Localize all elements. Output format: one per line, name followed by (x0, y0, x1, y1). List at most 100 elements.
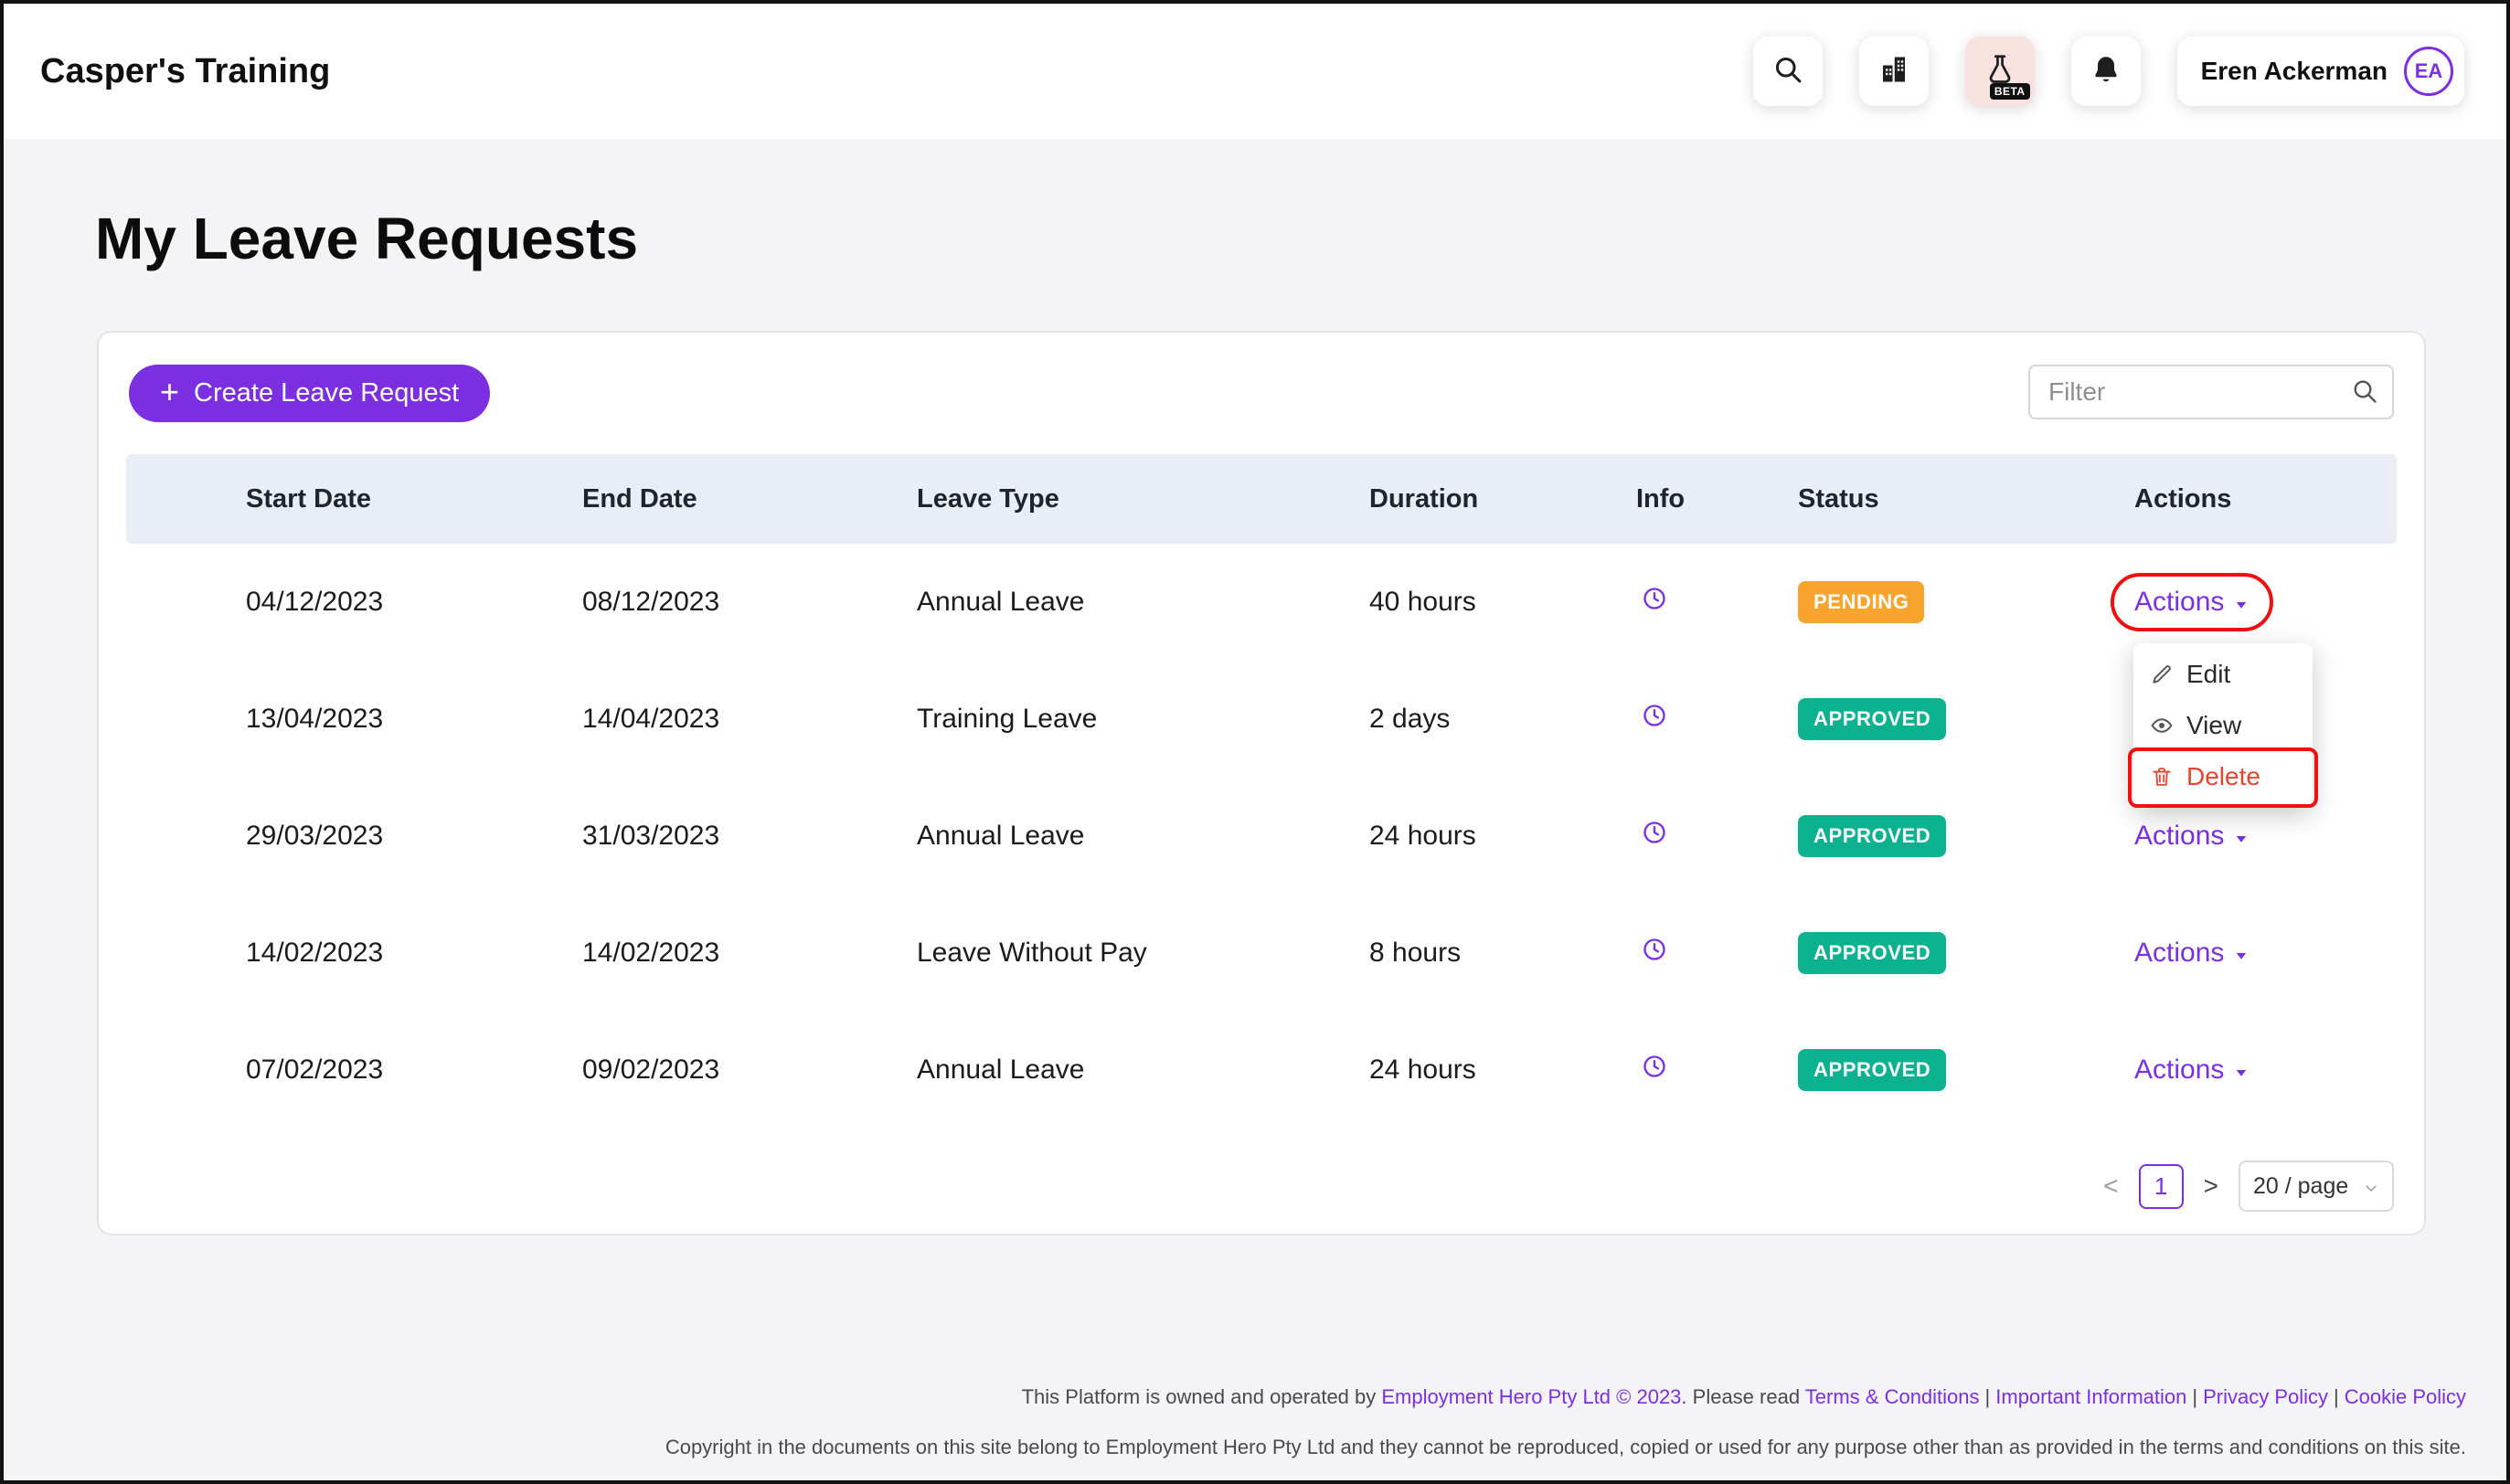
cell-status: PENDING (1798, 581, 2134, 623)
cell-leave-type: Leave Without Pay (917, 938, 1369, 969)
col-end-date: End Date (582, 484, 917, 514)
actions-menu: Edit View Delete (2133, 643, 2313, 808)
notifications-button[interactable] (2071, 37, 2141, 106)
footer-link-company[interactable]: Employment Hero Pty Ltd © 2023 (1381, 1385, 1681, 1408)
actions-label: Actions (2134, 821, 2224, 852)
pagination: < 1 > 20 / page (2103, 1161, 2394, 1212)
col-duration: Duration (1369, 484, 1636, 514)
menu-item-label: Delete (2186, 762, 2260, 791)
header-actions: BETA Eren Ackerman EA (1753, 37, 2464, 106)
cell-leave-type: Annual Leave (917, 587, 1369, 618)
plus-icon: + (160, 376, 179, 408)
actions-dropdown-trigger[interactable]: Actions (2134, 1055, 2249, 1086)
cell-status: APPROVED (1798, 932, 2134, 974)
menu-item-edit[interactable]: Edit (2133, 649, 2313, 700)
status-badge: APPROVED (1798, 1049, 1946, 1091)
status-badge: APPROVED (1798, 815, 1946, 857)
footer-text: . Please read (1681, 1385, 1804, 1408)
page-title: My Leave Requests (95, 205, 638, 272)
cell-info (1636, 703, 1798, 736)
status-badge: APPROVED (1798, 932, 1946, 974)
footer-line2: Copyright in the documents on this site … (665, 1436, 2466, 1459)
pagination-prev-button[interactable]: < (2103, 1171, 2118, 1201)
cell-start-date: 29/03/2023 (246, 821, 582, 852)
actions-label: Actions (2134, 1055, 2224, 1086)
cell-actions: Actions (2134, 1055, 2397, 1086)
avatar: EA (2404, 47, 2453, 96)
pagination-page-1[interactable]: 1 (2139, 1164, 2184, 1209)
footer-link-cookie[interactable]: Cookie Policy (2345, 1385, 2466, 1408)
leave-requests-table: Start Date End Date Leave Type Duration … (126, 454, 2397, 1129)
app-title: Casper's Training (40, 52, 330, 91)
search-icon (1771, 53, 1804, 90)
cell-duration: 8 hours (1369, 938, 1636, 969)
menu-item-delete[interactable]: Delete (2133, 751, 2313, 802)
clock-icon[interactable] (1642, 703, 1667, 728)
cell-end-date: 09/02/2023 (582, 1055, 917, 1086)
cell-actions: Actions (2134, 938, 2397, 969)
table-header-row: Start Date End Date Leave Type Duration … (126, 454, 2397, 544)
footer-separator: | (2334, 1385, 2339, 1408)
cell-actions: Actions (2134, 587, 2397, 618)
filter-field (2028, 365, 2394, 419)
cell-end-date: 14/04/2023 (582, 704, 917, 735)
search-button[interactable] (1753, 37, 1823, 106)
filter-input[interactable] (2028, 365, 2394, 419)
col-start-date: Start Date (246, 484, 582, 514)
cell-status: APPROVED (1798, 1049, 2134, 1091)
leave-requests-card: + Create Leave Request Start Date End Da… (97, 331, 2426, 1235)
clock-icon[interactable] (1642, 820, 1667, 845)
footer: This Platform is owned and operated by E… (665, 1385, 2466, 1459)
footer-separator: | (1985, 1385, 1991, 1408)
cell-leave-type: Annual Leave (917, 1055, 1369, 1086)
cell-end-date: 31/03/2023 (582, 821, 917, 852)
table-row: 04/12/2023 08/12/2023 Annual Leave 40 ho… (126, 544, 2397, 661)
cell-status: APPROVED (1798, 815, 2134, 857)
cell-duration: 24 hours (1369, 1055, 1636, 1086)
create-leave-request-label: Create Leave Request (194, 378, 459, 408)
actions-dropdown-trigger[interactable]: Actions (2134, 938, 2249, 969)
chevron-down-icon (2233, 1065, 2249, 1081)
page-size-select[interactable]: 20 / page (2239, 1161, 2394, 1212)
actions-label: Actions (2134, 938, 2224, 969)
table-row: 29/03/2023 31/03/2023 Annual Leave 24 ho… (126, 778, 2397, 895)
cell-start-date: 14/02/2023 (246, 938, 582, 969)
col-info: Info (1636, 484, 1798, 514)
bell-icon (2090, 53, 2122, 90)
cell-start-date: 04/12/2023 (246, 587, 582, 618)
page-size-value: 20 / page (2253, 1173, 2348, 1200)
footer-link-privacy[interactable]: Privacy Policy (2203, 1385, 2328, 1408)
actions-label: Actions (2134, 587, 2224, 618)
cell-status: APPROVED (1798, 698, 2134, 740)
clock-icon[interactable] (1642, 937, 1667, 962)
cell-info (1636, 937, 1798, 970)
pencil-icon (2150, 662, 2174, 686)
cell-leave-type: Annual Leave (917, 821, 1369, 852)
cell-start-date: 07/02/2023 (246, 1055, 582, 1086)
pagination-next-button[interactable]: > (2204, 1171, 2218, 1201)
footer-link-important-info[interactable]: Important Information (1995, 1385, 2186, 1408)
footer-link-terms[interactable]: Terms & Conditions (1805, 1385, 1980, 1408)
chevron-down-icon (2233, 948, 2249, 964)
table-row: 14/02/2023 14/02/2023 Leave Without Pay … (126, 895, 2397, 1012)
create-leave-request-button[interactable]: + Create Leave Request (129, 365, 490, 422)
col-actions: Actions (2134, 484, 2397, 514)
actions-dropdown-trigger[interactable]: Actions (2134, 821, 2249, 852)
footer-separator: | (2192, 1385, 2197, 1408)
chevron-down-icon (2363, 1180, 2379, 1196)
status-badge: APPROVED (1798, 698, 1946, 740)
user-menu[interactable]: Eren Ackerman EA (2177, 37, 2464, 106)
footer-line1: This Platform is owned and operated by E… (665, 1385, 2466, 1409)
cell-start-date: 13/04/2023 (246, 704, 582, 735)
menu-item-view[interactable]: View (2133, 700, 2313, 751)
actions-dropdown-trigger[interactable]: Actions (2134, 587, 2249, 618)
clock-icon[interactable] (1642, 1054, 1667, 1079)
footer-text: This Platform is owned and operated by (1022, 1385, 1382, 1408)
cell-duration: 2 days (1369, 704, 1636, 735)
organisation-button[interactable] (1859, 37, 1929, 106)
chevron-down-icon (2233, 831, 2249, 847)
labs-beta-button[interactable]: BETA (1965, 37, 2035, 106)
status-badge: PENDING (1798, 581, 1924, 623)
clock-icon[interactable] (1642, 586, 1667, 611)
top-header: Casper's Training BETA (4, 4, 2506, 139)
